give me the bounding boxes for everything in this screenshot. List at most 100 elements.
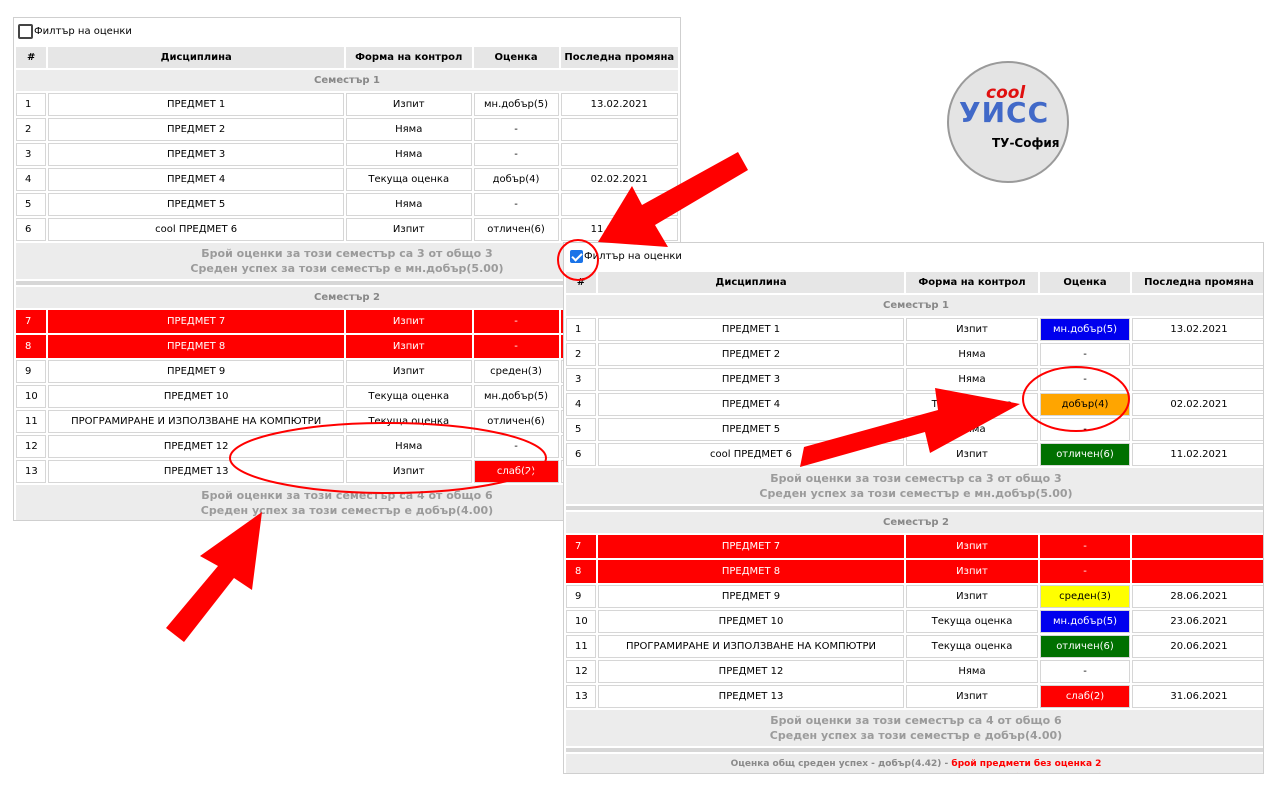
table-row: 2 ПРЕДМЕТ 2 Няма - <box>16 118 678 141</box>
row-subject: ПРЕДМЕТ 2 <box>48 118 344 141</box>
row-grade: слаб(2) <box>1040 685 1130 708</box>
row-grade: отличен(6) <box>473 410 559 433</box>
grades-panel-right: Филтър на оценки # Дисциплина Форма на к… <box>563 242 1264 774</box>
table-row: 12 ПРЕДМЕТ 12 Няма - <box>566 660 1263 683</box>
row-grade: отличен(6) <box>473 218 559 241</box>
row-subject: ПРЕДМЕТ 8 <box>598 560 904 583</box>
row-date: 13.02.2021 <box>560 93 678 116</box>
row-subject: cool ПРЕДМЕТ 6 <box>598 443 904 466</box>
divider-cell <box>566 506 1263 510</box>
row-subject: ПРЕДМЕТ 1 <box>598 318 904 341</box>
row-subject: ПРЕДМЕТ 10 <box>48 385 344 408</box>
row-date <box>1132 368 1263 391</box>
row-subject: ПРЕДМЕТ 9 <box>48 360 344 383</box>
table-row: 5 ПРЕДМЕТ 5 Няма - <box>16 193 678 216</box>
table-row: 9 ПРЕДМЕТ 9 Изпит среден(3) 28.06.2021 <box>566 585 1263 608</box>
row-number: 7 <box>566 535 596 558</box>
row-number: 4 <box>16 168 47 191</box>
row-number: 2 <box>16 118 47 141</box>
row-form: Няма <box>345 193 472 216</box>
row-form: Няма <box>906 343 1038 366</box>
row-subject: ПРЕДМЕТ 1 <box>48 93 344 116</box>
summary-average: Среден успех за този семестър е мн.добър… <box>759 487 1073 500</box>
row-subject: ПРЕДМЕТ 13 <box>48 460 344 483</box>
footer-average: Оценка среден успех от последни два семе… <box>669 773 1012 774</box>
header-form: Форма на контрол <box>345 47 472 68</box>
semester-row: Семестър 1 <box>566 295 1263 316</box>
row-date: 20.06.2021 <box>1132 635 1263 658</box>
header-subject: Дисциплина <box>598 272 904 293</box>
row-date <box>1132 418 1263 441</box>
row-grade: - <box>1040 368 1130 391</box>
table-row: 6 cool ПРЕДМЕТ 6 Изпит отличен(6) 11.02.2021 <box>566 443 1263 466</box>
table-row: 8 ПРЕДМЕТ 8 Изпит - <box>566 560 1263 583</box>
row-grade: - <box>473 193 559 216</box>
row-grade: отличен(6) <box>1040 635 1130 658</box>
row-subject: ПРЕДМЕТ 7 <box>48 310 344 333</box>
row-grade: среден(3) <box>473 360 559 383</box>
row-grade: добър(4) <box>473 168 559 191</box>
row-date <box>560 193 678 216</box>
row-form: Няма <box>345 143 472 166</box>
summary-count: Брой оценки за този семестър са 3 от общ… <box>770 472 1062 485</box>
semester-title: Семестър 2 <box>566 512 1263 533</box>
row-form: Няма <box>906 368 1038 391</box>
logo-sub-text: ТУ-София <box>992 136 1060 150</box>
row-grade: - <box>1040 560 1130 583</box>
header-subject: Дисциплина <box>48 47 344 68</box>
row-form: Изпит <box>345 310 472 333</box>
semester-summary: Брой оценки за този семестър са 3 от общ… <box>566 468 1263 504</box>
row-grade: отличен(6) <box>1040 443 1130 466</box>
row-form: Няма <box>345 435 472 458</box>
row-number: 6 <box>566 443 596 466</box>
row-form: Няма <box>906 660 1038 683</box>
row-number: 2 <box>566 343 596 366</box>
row-form: Изпит <box>906 318 1038 341</box>
filter-checkbox[interactable] <box>18 24 33 39</box>
row-form: Текуща оценка <box>906 393 1038 416</box>
row-date: 11.02.2021 <box>1132 443 1263 466</box>
summary-count: Брой оценки за този семестър са 4 от общ… <box>770 714 1062 727</box>
semester-title: Семестър 1 <box>16 70 678 91</box>
semester-summary: Брой оценки за този семестър са 4 от общ… <box>566 710 1263 746</box>
header-grade: Оценка <box>1040 272 1130 293</box>
row-subject: ПРЕДМЕТ 7 <box>598 535 904 558</box>
row-subject: ПРЕДМЕТ 5 <box>48 193 344 216</box>
footer-text: Оценка общ среден успех - добър(4.42) - … <box>566 754 1263 774</box>
table-header: # Дисциплина Форма на контрол Оценка Пос… <box>566 272 1263 293</box>
row-grade: добър(4) <box>1040 393 1130 416</box>
row-grade: мн.добър(5) <box>473 93 559 116</box>
row-grade: слаб(2) <box>473 460 559 483</box>
row-date: 02.02.2021 <box>1132 393 1263 416</box>
row-number: 7 <box>16 310 47 333</box>
row-form: Няма <box>345 118 472 141</box>
summary-text: Брой оценки за този семестър са 4 от общ… <box>566 710 1263 746</box>
row-number: 5 <box>566 418 596 441</box>
semester-row: Семестър 1 <box>16 70 678 91</box>
row-number: 10 <box>16 385 47 408</box>
row-date <box>560 118 678 141</box>
table-row: 2 ПРЕДМЕТ 2 Няма - <box>566 343 1263 366</box>
row-form: Изпит <box>906 585 1038 608</box>
row-number: 3 <box>566 368 596 391</box>
filter-row: Филтър на оценки <box>14 18 680 45</box>
logo-main-text: УИСС <box>959 96 1050 129</box>
header-number: # <box>566 272 596 293</box>
row-number: 12 <box>16 435 47 458</box>
cool-uiss-logo: cool УИСС ТУ-София <box>947 61 1069 183</box>
summary-average: Среден успех за този семестър е добър(4.… <box>769 729 1063 742</box>
row-grade: - <box>473 335 559 358</box>
divider-cell <box>566 748 1263 752</box>
row-date: 13.02.2021 <box>1132 318 1263 341</box>
table-row: 3 ПРЕДМЕТ 3 Няма - <box>16 143 678 166</box>
header-date: Последна промяна <box>560 47 678 68</box>
overall-footer: Оценка общ среден успех - добър(4.42) - … <box>566 754 1263 774</box>
footer-line: Оценка среден успех от последни два семе… <box>567 771 1263 774</box>
row-grade: мн.добър(5) <box>1040 318 1130 341</box>
row-number: 3 <box>16 143 47 166</box>
row-form: Изпит <box>906 560 1038 583</box>
filter-checkbox[interactable] <box>570 250 583 263</box>
row-grade: - <box>473 435 559 458</box>
row-grade: мн.добър(5) <box>473 385 559 408</box>
row-grade: - <box>473 118 559 141</box>
